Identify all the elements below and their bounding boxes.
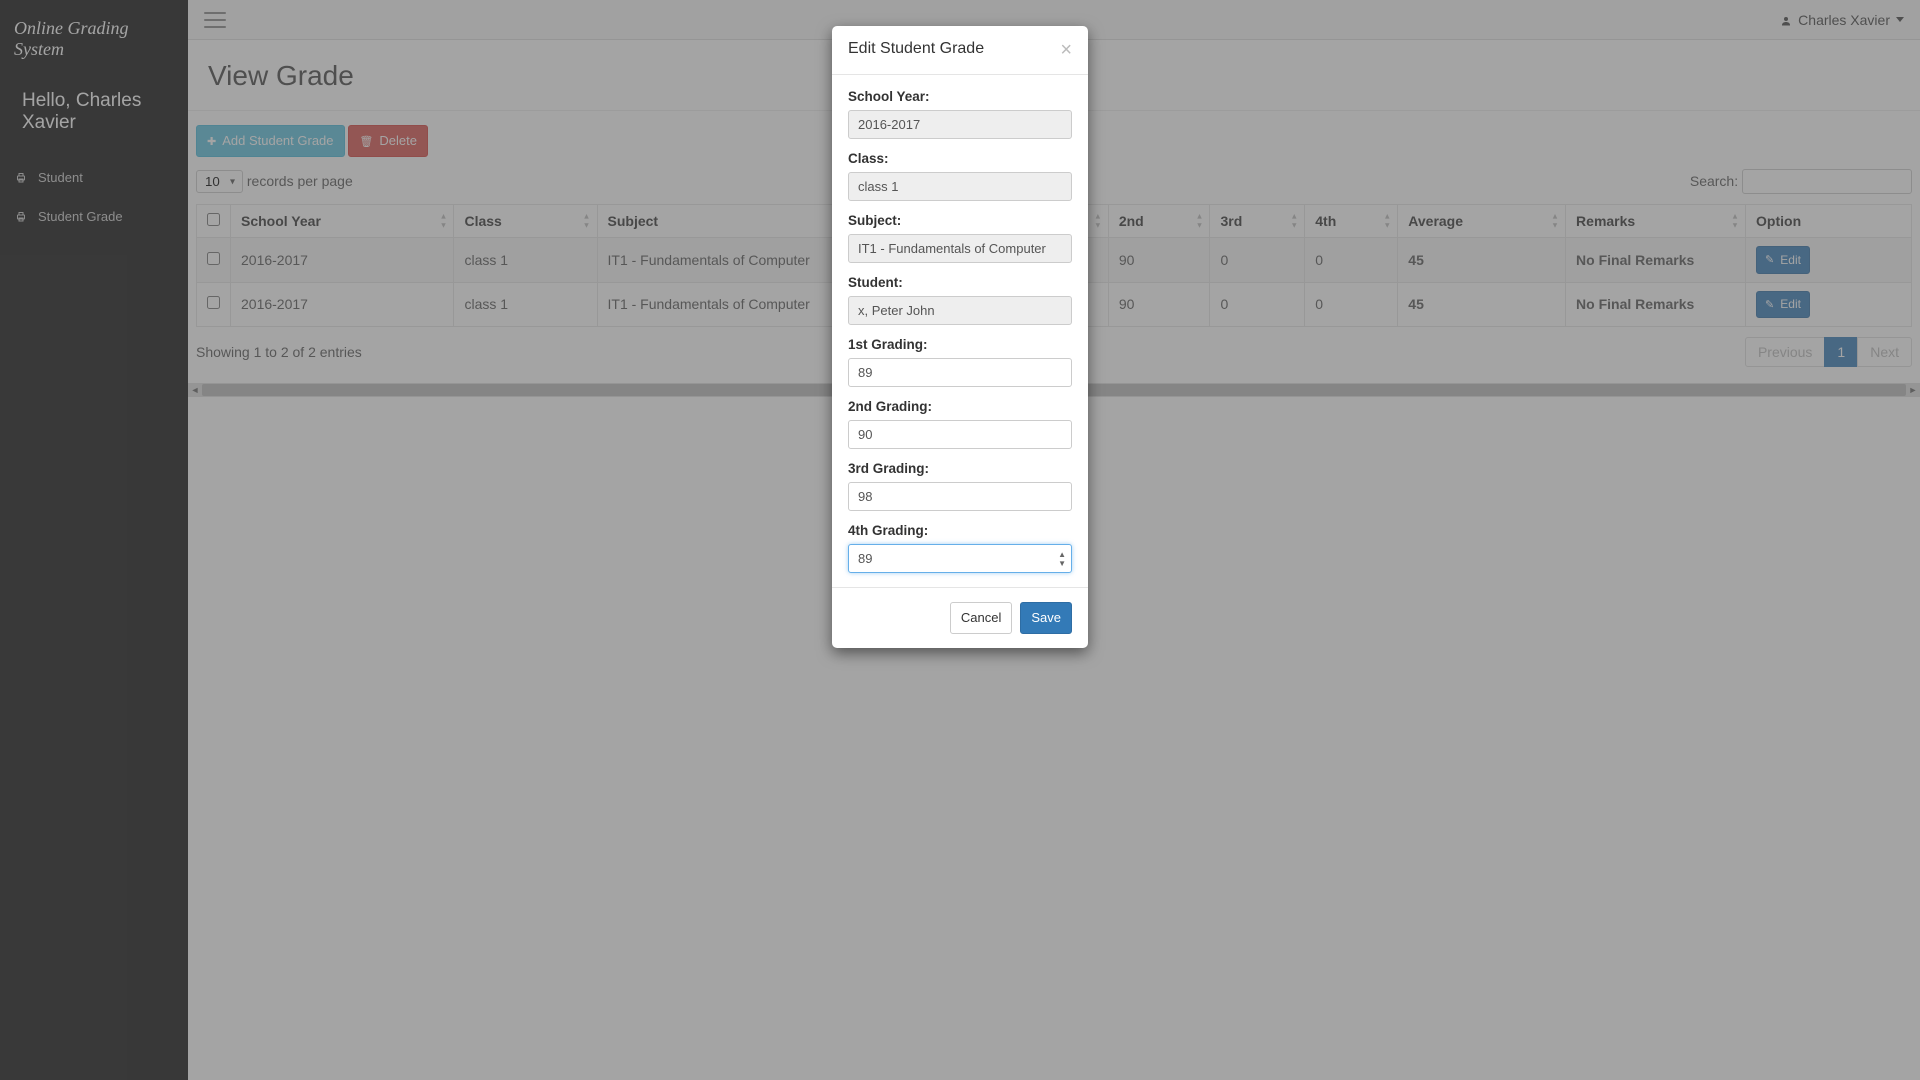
label-class: Class: <box>848 151 1072 166</box>
subject-input[interactable] <box>848 234 1072 263</box>
modal-footer: Cancel Save <box>832 587 1088 648</box>
label-student: Student: <box>848 275 1072 290</box>
modal-close-button[interactable]: × <box>1060 40 1072 60</box>
spinner-down-icon[interactable]: ▼ <box>1058 559 1066 568</box>
grading-2-input[interactable] <box>848 420 1072 449</box>
edit-grade-modal: Edit Student Grade × School Year: Class:… <box>832 26 1088 648</box>
student-input[interactable] <box>848 296 1072 325</box>
label-g1: 1st Grading: <box>848 337 1072 352</box>
school-year-input[interactable] <box>848 110 1072 139</box>
cancel-button[interactable]: Cancel <box>950 602 1012 634</box>
grading-3-input[interactable] <box>848 482 1072 511</box>
grading-4-input[interactable] <box>848 544 1072 573</box>
grading-1-input[interactable] <box>848 358 1072 387</box>
class-input[interactable] <box>848 172 1072 201</box>
save-button[interactable]: Save <box>1020 602 1072 634</box>
number-spinner[interactable]: ▲▼ <box>1058 550 1066 568</box>
label-subject: Subject: <box>848 213 1072 228</box>
label-g4: 4th Grading: <box>848 523 1072 538</box>
label-g2: 2nd Grading: <box>848 399 1072 414</box>
modal-body: School Year: Class: Subject: Student: 1s… <box>832 75 1088 587</box>
modal-title: Edit Student Grade <box>848 40 984 58</box>
modal-header: Edit Student Grade × <box>832 26 1088 75</box>
spinner-up-icon[interactable]: ▲ <box>1058 550 1066 559</box>
label-g3: 3rd Grading: <box>848 461 1072 476</box>
label-school-year: School Year: <box>848 89 1072 104</box>
